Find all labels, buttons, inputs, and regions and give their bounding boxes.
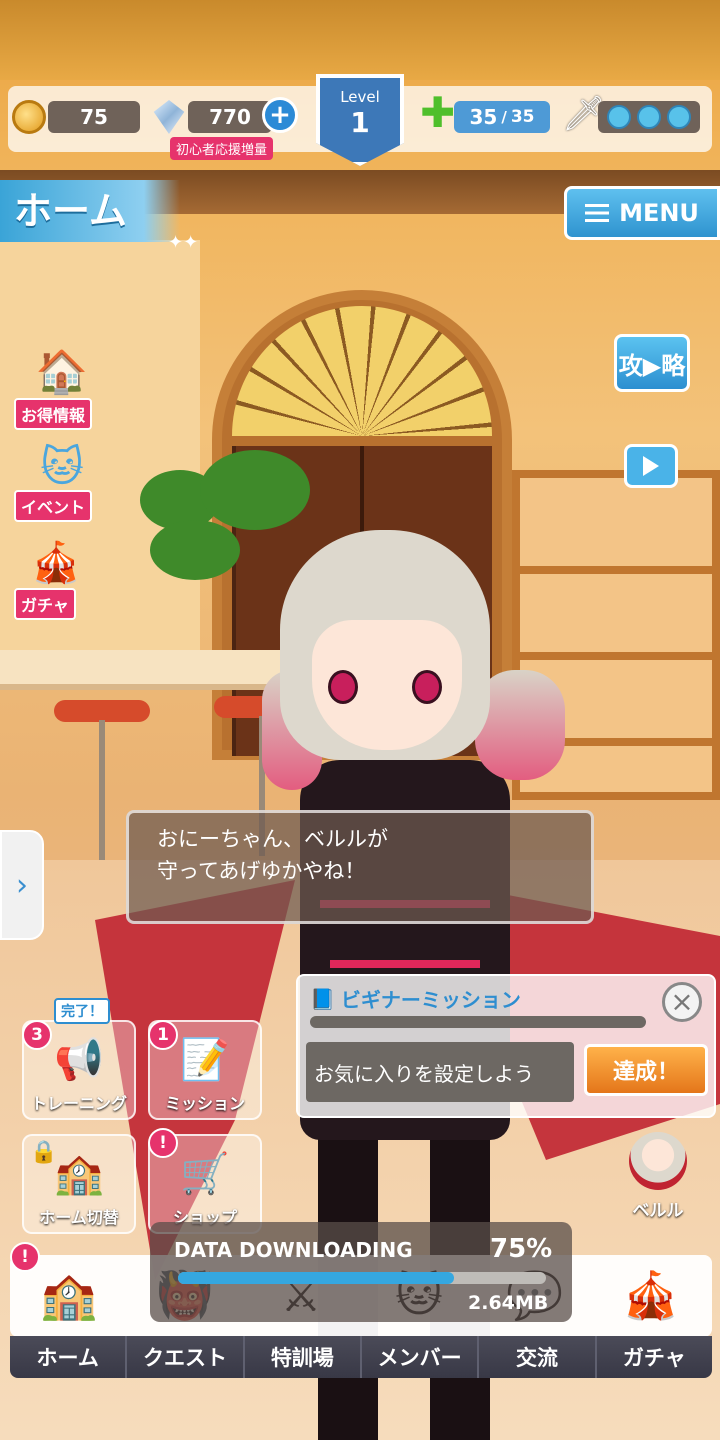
- orb-icon: [607, 105, 631, 129]
- left-menu-label: ガチャ: [14, 588, 76, 620]
- bottom-nav-tabs: ホーム クエスト 特訓場 メンバー 交流 ガチャ: [10, 1336, 712, 1378]
- page-title: ホーム: [0, 180, 180, 242]
- notification-badge: !: [148, 1128, 178, 1158]
- tab-training-ground[interactable]: 特訓場: [245, 1336, 362, 1378]
- skill-orbs: [598, 101, 700, 133]
- menu-button[interactable]: MENU: [564, 186, 720, 240]
- menu-label: MENU: [619, 199, 699, 227]
- mission-title: ビギナーミッション: [340, 988, 521, 1012]
- character-dialogue: おにーちゃん、ベルルが 守ってあげゆかやね！: [126, 810, 594, 924]
- mission-complete-button[interactable]: 達成！: [584, 1044, 708, 1096]
- background-ceiling: [0, 0, 720, 80]
- notification-badge: 3: [22, 1020, 52, 1050]
- gem-count: 770: [188, 101, 272, 133]
- tab-exchange[interactable]: 交流: [479, 1336, 597, 1378]
- background-plant: [150, 520, 240, 580]
- tab-quest[interactable]: クエスト: [127, 1336, 245, 1378]
- mission-task: お気に入りを設定しよう: [306, 1042, 574, 1102]
- dialogue-line: おにーちゃん、ベルルが: [157, 827, 388, 851]
- stamina-max: 35: [510, 107, 535, 127]
- stamina-display: 35 / 35: [454, 101, 550, 133]
- character-face[interactable]: [312, 620, 462, 750]
- background-shelf-row: [512, 652, 720, 660]
- background-counter: [0, 650, 290, 690]
- left-menu-label: イベント: [14, 490, 93, 522]
- download-bar-fill: [178, 1272, 454, 1284]
- download-percent: 75%: [490, 1234, 553, 1264]
- action-label: トレーニング: [30, 1094, 127, 1113]
- gem-bonus-tag: 初心者応援増量: [170, 137, 274, 160]
- left-menu-label: お得情報: [14, 398, 93, 430]
- download-progress-panel: DATA DOWNLOADING 75% 2.64MB: [150, 1222, 572, 1322]
- book-icon: 📘: [310, 986, 335, 1011]
- background-stool-leg: [99, 720, 105, 860]
- action-label: ホーム切替: [39, 1208, 119, 1227]
- close-icon[interactable]: ×: [662, 982, 702, 1022]
- completed-tag: 完了！: [54, 998, 110, 1024]
- mission-header: 📘 ビギナーミッション: [310, 984, 521, 1013]
- notification-badge: !: [10, 1242, 40, 1272]
- tab-members[interactable]: メンバー: [362, 1336, 480, 1378]
- download-size: 2.64MB: [468, 1292, 549, 1314]
- character-avatar: [629, 1132, 687, 1190]
- stamina-plus-icon: ✚: [420, 88, 456, 137]
- download-label: DATA DOWNLOADING: [174, 1238, 413, 1262]
- play-icon: [643, 456, 659, 476]
- event-character-icon: 🐱: [40, 441, 84, 491]
- left-menu-deals[interactable]: 🏠 お得情報: [12, 340, 112, 430]
- coin-icon: [12, 100, 46, 134]
- tab-home[interactable]: ホーム: [10, 1336, 128, 1378]
- left-menu-event[interactable]: 🐱 イベント: [12, 434, 112, 522]
- orb-icon: [637, 105, 661, 129]
- add-gems-button[interactable]: +: [262, 97, 298, 133]
- stamina-separator: /: [501, 108, 507, 126]
- level-value: 1: [350, 106, 370, 139]
- coin-count: 75: [48, 101, 140, 133]
- tab-gacha[interactable]: ガチャ: [597, 1336, 712, 1378]
- level-badge: Level 1: [316, 74, 404, 166]
- dialogue-line: 守ってあげゆかやね！: [157, 859, 366, 883]
- curtain-icon: 🎪: [31, 539, 81, 586]
- level-label: Level: [340, 88, 380, 106]
- gacha-curtain-icon[interactable]: 🎪: [616, 1262, 686, 1328]
- download-bar-track: [178, 1272, 546, 1284]
- character-eye: [328, 670, 358, 704]
- background-plant: [200, 450, 310, 530]
- side-expand-button[interactable]: ›: [0, 830, 44, 940]
- character-name: ベルル: [632, 1201, 684, 1221]
- lock-icon: 🔒: [30, 1140, 58, 1165]
- notification-badge: 1: [148, 1020, 178, 1050]
- action-label: ミッション: [164, 1094, 245, 1113]
- school-building-icon[interactable]: 🏫: [34, 1262, 104, 1328]
- background-shelf-row: [512, 566, 720, 574]
- strategy-button[interactable]: 攻▶略: [614, 334, 690, 392]
- character-stripe: [330, 960, 480, 968]
- mission-progress-bar: [310, 1016, 646, 1028]
- hamburger-icon: [585, 204, 610, 222]
- orb-icon: [667, 105, 691, 129]
- character-eye: [412, 670, 442, 704]
- beginner-mission-panel: 📘 ビギナーミッション お気に入りを設定しよう 達成！: [296, 974, 716, 1118]
- character-select-button[interactable]: ベルル: [622, 1132, 694, 1222]
- stamina-current: 35: [469, 105, 498, 129]
- video-button[interactable]: [624, 444, 678, 488]
- home-switch-button[interactable]: 🏫 🔒 ホーム切替: [22, 1134, 136, 1234]
- house-info-icon: 🏠: [35, 347, 89, 396]
- background-stool: [54, 700, 150, 722]
- left-menu-gacha[interactable]: 🎪 ガチャ: [12, 530, 112, 620]
- sparkle-icon: ✦✦: [168, 232, 199, 253]
